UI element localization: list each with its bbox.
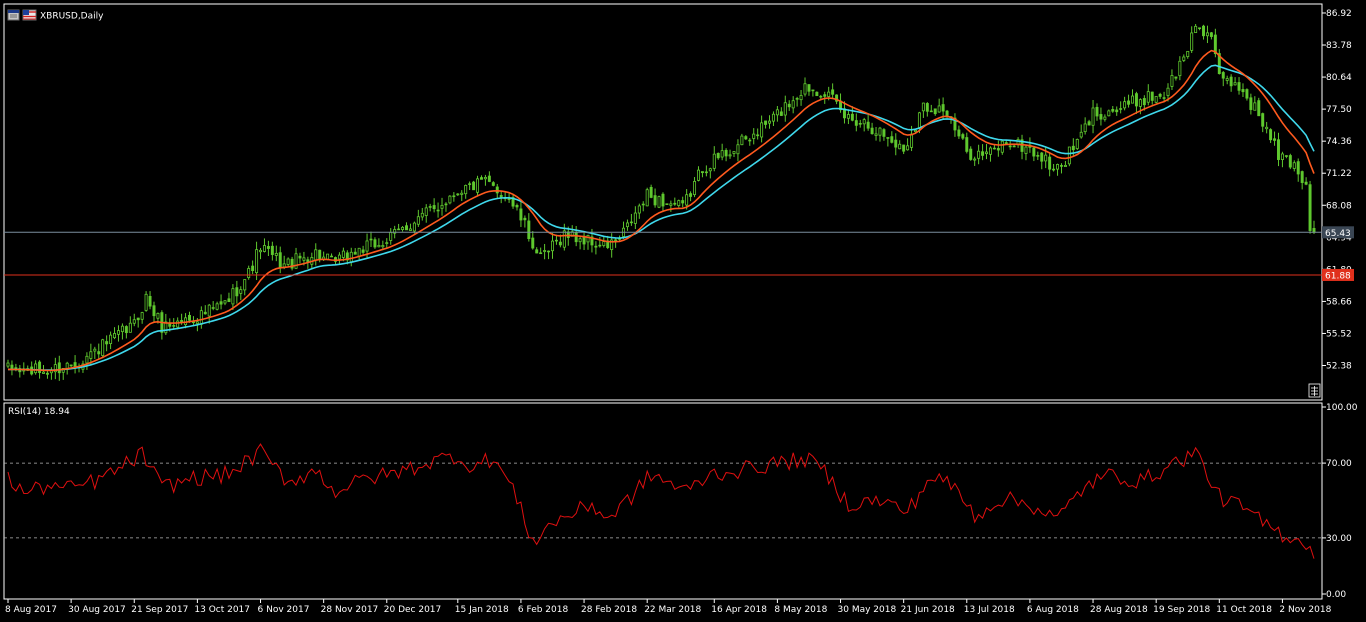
time-tick-label: 28 Feb 2018 bbox=[581, 605, 637, 615]
candle bbox=[472, 180, 476, 191]
current-price-label: 65.43 bbox=[1325, 229, 1351, 239]
time-tick-label: 20 Dec 2017 bbox=[384, 605, 442, 615]
chart-shift-icon[interactable] bbox=[1308, 383, 1321, 398]
time-tick-label: 22 Mar 2018 bbox=[644, 605, 701, 615]
time-tick-label: 6 Nov 2017 bbox=[258, 605, 310, 615]
rsi-tick-label: 70.00 bbox=[1326, 459, 1352, 469]
rsi-tick-label: 0.00 bbox=[1326, 590, 1346, 600]
candle bbox=[144, 291, 148, 312]
candle bbox=[815, 91, 819, 97]
flag-icon bbox=[22, 9, 37, 21]
candle bbox=[1308, 180, 1312, 234]
price-tick-label: 83.78 bbox=[1326, 41, 1352, 51]
candle bbox=[1000, 139, 1004, 155]
time-tick-label: 30 May 2018 bbox=[838, 605, 897, 615]
candle bbox=[1067, 146, 1071, 167]
time-tick-label: 6 Aug 2018 bbox=[1027, 605, 1079, 615]
candle bbox=[1107, 109, 1111, 117]
time-tick-label: 2 Nov 2018 bbox=[1279, 605, 1331, 615]
time-tick-label: 11 Oct 2018 bbox=[1216, 605, 1272, 615]
time-tick-label: 30 Aug 2017 bbox=[68, 605, 126, 615]
candle bbox=[665, 203, 669, 205]
price-tick-label: 86.92 bbox=[1326, 9, 1352, 19]
price-tick-label: 58.66 bbox=[1326, 297, 1352, 307]
price-tick-label: 68.08 bbox=[1326, 201, 1352, 211]
candle bbox=[290, 256, 294, 271]
candle bbox=[1288, 153, 1292, 170]
rsi-tick-label: 30.00 bbox=[1326, 534, 1352, 544]
time-tick-label: 28 Aug 2018 bbox=[1090, 605, 1148, 615]
horizontal-level-label: 61.88 bbox=[1325, 271, 1351, 281]
price-tick-label: 74.36 bbox=[1326, 137, 1352, 147]
candle bbox=[1075, 138, 1079, 151]
time-tick-label: 8 Aug 2017 bbox=[5, 605, 57, 615]
time-tick-label: 21 Sep 2017 bbox=[131, 605, 188, 615]
symbol-title: XBRUSD,Daily bbox=[40, 12, 104, 22]
price-tick-label: 55.52 bbox=[1326, 329, 1352, 339]
time-tick-label: 19 Sep 2018 bbox=[1153, 605, 1210, 615]
price-tick-label: 77.50 bbox=[1326, 105, 1352, 115]
candle bbox=[101, 338, 105, 359]
rsi-tick-label: 100.00 bbox=[1326, 403, 1358, 413]
time-tick-label: 21 Jun 2018 bbox=[901, 605, 955, 615]
price-tick-label: 80.64 bbox=[1326, 73, 1352, 83]
time-tick-label: 15 Jan 2018 bbox=[455, 605, 509, 615]
time-tick-label: 13 Oct 2017 bbox=[194, 605, 250, 615]
rsi-title: RSI(14) 18.94 bbox=[8, 407, 70, 417]
candle bbox=[286, 257, 290, 267]
candle bbox=[1154, 96, 1158, 104]
price-tick-label: 52.38 bbox=[1326, 362, 1352, 372]
time-tick-label: 13 Jul 2018 bbox=[964, 605, 1015, 615]
time-tick-label: 28 Nov 2017 bbox=[321, 605, 379, 615]
candle bbox=[1257, 97, 1261, 117]
candle bbox=[448, 195, 452, 205]
window-icon bbox=[7, 9, 20, 21]
time-tick-label: 16 Apr 2018 bbox=[711, 605, 767, 615]
candle bbox=[657, 195, 661, 209]
price-tick-label: 71.22 bbox=[1326, 169, 1352, 179]
time-tick-label: 8 May 2018 bbox=[774, 605, 827, 615]
chart-canvas[interactable]: XBRUSD,Daily RSI(14) 18.94 86.92 83.78 80.… bbox=[0, 0, 1366, 622]
time-tick-label: 6 Feb 2018 bbox=[518, 605, 569, 615]
candle bbox=[645, 187, 649, 207]
